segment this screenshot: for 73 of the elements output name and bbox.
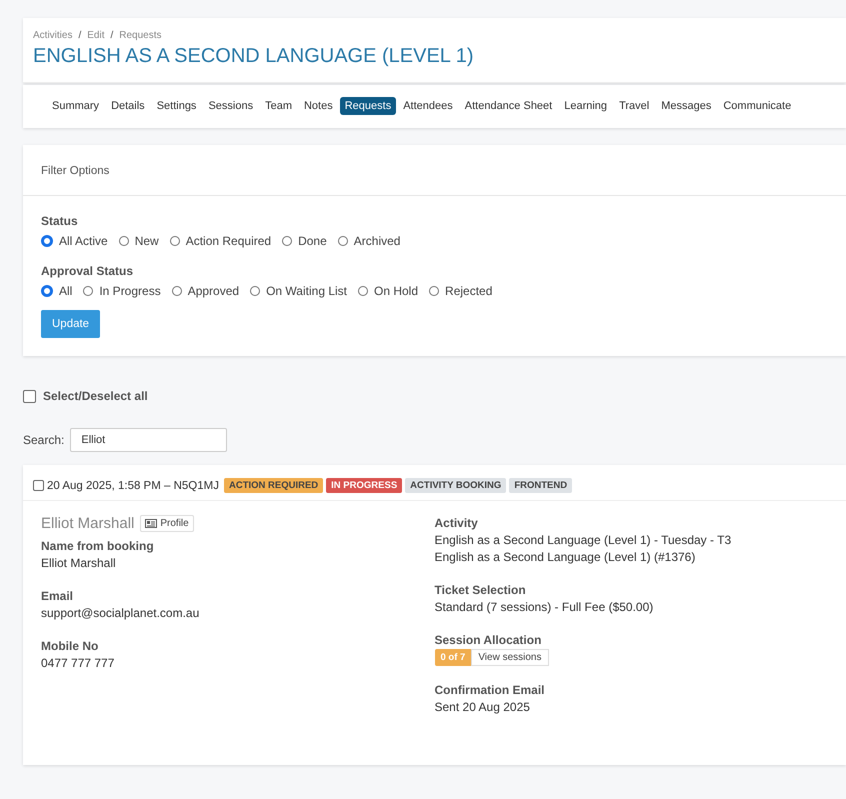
radio-button[interactable] (41, 285, 53, 297)
radio-button[interactable] (429, 286, 440, 296)
nav-tab[interactable]: Communicate (718, 97, 796, 115)
breadcrumb-link[interactable]: Requests (119, 30, 162, 41)
radio-button[interactable] (170, 236, 180, 246)
radio-label: All (59, 284, 72, 298)
group-label: Approval Status (41, 264, 134, 278)
nav-tab[interactable]: Sessions (203, 97, 258, 115)
field-value: English as a Second Language (Level 1) - Tuesday - T3 (434, 532, 732, 549)
field-label: Ticket Selection (434, 582, 527, 599)
field-value: Sent 20 Aug 2025 (434, 699, 531, 716)
field-label: Activity (434, 515, 479, 532)
radio-label: Rejected (445, 284, 492, 298)
nav-tab[interactable]: Team (260, 97, 297, 115)
field-value: 0477 777 777 (41, 655, 116, 672)
radio-label: New (134, 234, 159, 248)
checkbox[interactable] (33, 480, 44, 491)
id-card-icon (145, 519, 158, 528)
radio-button[interactable] (338, 236, 348, 246)
status-badge: IN PROGRESS (326, 478, 402, 493)
select-all-label: Select/Deselect all (43, 389, 148, 403)
radio-button[interactable] (118, 236, 129, 246)
field-value: Standard (7 sessions) - Full Fee ($50.00) (434, 599, 654, 616)
breadcrumb-link[interactable]: Edit (87, 30, 104, 41)
breadcrumb-link[interactable]: Activities (33, 30, 72, 41)
field-label: Mobile No (41, 638, 100, 655)
breadcrumb-separator: / (110, 30, 114, 41)
nav-tab[interactable]: Travel (614, 97, 654, 115)
radio-button[interactable] (83, 286, 94, 296)
field-value: English as a Second Language (Level 1) (#1376) (434, 549, 696, 566)
nav-tab[interactable]: Messages (656, 97, 716, 115)
search-label: Search: (23, 433, 64, 447)
nav-tab[interactable]: Settings (152, 97, 202, 115)
nav-tab[interactable]: Learning (559, 97, 612, 115)
nav-tab[interactable]: Notes (298, 97, 338, 115)
field-label: Email (41, 588, 74, 605)
nav-tab[interactable]: Details (106, 97, 150, 115)
nav-tab[interactable]: Requests (340, 97, 396, 115)
field-value: Elliot Marshall (41, 555, 117, 572)
field-label: Session Allocation (434, 632, 542, 649)
radio-button[interactable] (41, 235, 53, 247)
field-label: Name from booking (41, 538, 155, 555)
radio-button[interactable] (172, 286, 182, 296)
page-title: ENGLISH AS A SECOND LANGUAGE (LEVEL 1) (33, 45, 475, 68)
field-label: Confirmation Email (434, 682, 546, 699)
profile-button[interactable]: Profile (140, 515, 194, 532)
radio-label: Done (298, 234, 327, 248)
radio-label: On Hold (374, 284, 418, 298)
nav-tab[interactable]: Summary (47, 97, 104, 115)
status-badge: ACTIVITY BOOKING (405, 478, 506, 493)
radio-button[interactable] (282, 236, 292, 246)
view-sessions-button[interactable]: View sessions (471, 649, 548, 666)
radio-label: Action Required (186, 234, 272, 248)
radio-button[interactable] (358, 286, 368, 296)
status-badge: FRONTEND (509, 478, 572, 493)
booking-heading: 20 Aug 2025, 1:58 PM – N5Q1MJ (47, 480, 219, 492)
radio-label: In Progress (99, 284, 161, 298)
radio-label: Approved (188, 284, 240, 298)
nav-tab[interactable]: Attendees (398, 97, 458, 115)
radio-label: All Active (59, 234, 108, 248)
nav-tab[interactable]: Attendance Sheet (460, 97, 558, 115)
breadcrumb-separator: / (78, 30, 82, 41)
radio-button[interactable] (250, 286, 260, 296)
radio-label: Archived (354, 234, 400, 248)
status-badge: ACTION REQUIRED (224, 478, 324, 493)
group-label: Status (41, 214, 79, 228)
checkbox[interactable] (23, 390, 36, 402)
search-field[interactable]: Elliot (70, 428, 228, 452)
radio-label: On Waiting List (266, 284, 347, 298)
person-name: Elliot Marshall (41, 515, 134, 532)
field-value: support@socialplanet.com.au (41, 605, 200, 622)
session-count-badge: 0 of 7 (434, 649, 472, 666)
filter-title: Filter Options (23, 145, 846, 196)
